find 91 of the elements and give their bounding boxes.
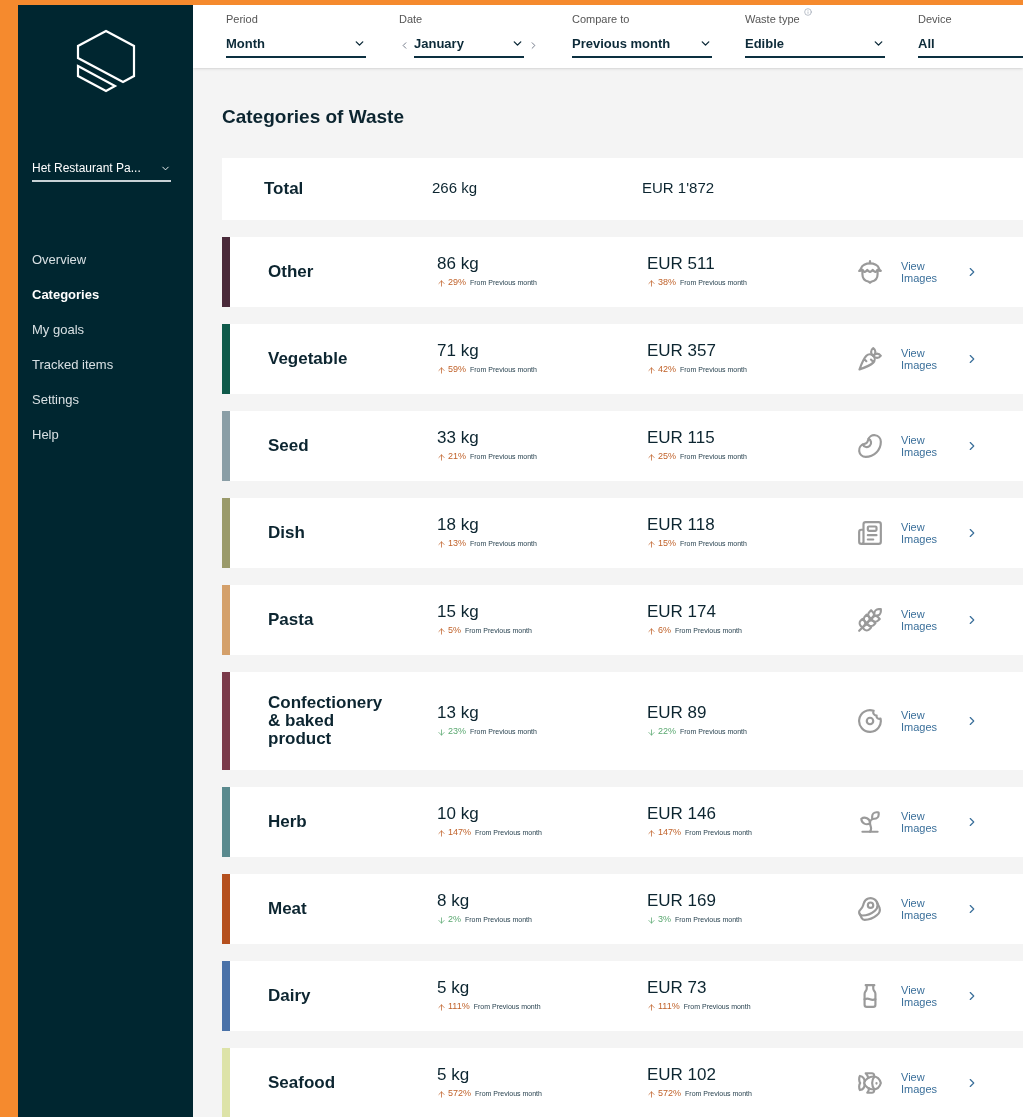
restaurant-select[interactable]: Het Restaurant Pa...: [32, 159, 171, 182]
change-percent: 3%: [658, 913, 671, 927]
nav-link[interactable]: Tracked items: [32, 355, 114, 374]
total-cost: EUR 1'872: [642, 178, 715, 199]
change-percent: 15%: [658, 537, 676, 551]
change-percent: 147%: [658, 826, 682, 840]
category-name: Seafood: [268, 1073, 336, 1092]
nav-link[interactable]: Help: [32, 425, 114, 444]
category-name: Dish: [268, 523, 305, 542]
category-name: Other: [268, 262, 314, 281]
view-images-link[interactable]: View Images: [901, 809, 945, 834]
category-cost: EUR 89: [647, 702, 708, 724]
change-percent: 42%: [658, 363, 676, 377]
category-name: Confectionery & baked product: [268, 693, 384, 748]
category-cost: EUR 146: [647, 803, 717, 825]
category-cost: EUR 118: [647, 514, 716, 536]
total-weight: 266 kg: [432, 178, 479, 199]
filter-select[interactable]: Edible: [745, 34, 885, 58]
category-cost: EUR 511: [647, 253, 716, 275]
change-percent: 6%: [658, 624, 671, 638]
filter-label: Compare to: [572, 14, 630, 25]
category-name: Meat: [268, 899, 307, 918]
sprout-icon: [857, 808, 883, 835]
view-images-link[interactable]: View Images: [901, 259, 945, 284]
view-images-link[interactable]: View Images: [901, 433, 945, 458]
nav-link[interactable]: My goals: [32, 320, 114, 339]
category-weight: 8 kg: [437, 890, 471, 912]
category-cost: EUR 169: [647, 890, 717, 912]
change-percent: 572%: [658, 1087, 682, 1101]
category-weight: 33 kg: [437, 427, 480, 449]
category-weight: 86 kg: [437, 253, 480, 275]
total-label: Total: [263, 177, 305, 200]
nav-link[interactable]: Categories: [32, 285, 114, 304]
change-percent: 25%: [658, 450, 676, 464]
category-weight: 15 kg: [437, 601, 480, 623]
filter-select[interactable]: January: [414, 34, 524, 58]
category-cost: EUR 357: [647, 340, 717, 362]
change-percent: 38%: [658, 276, 676, 290]
change-percent: 2%: [448, 913, 461, 927]
newspaper-icon: [857, 519, 883, 546]
change-percent: 13%: [448, 537, 466, 551]
category-name: Seed: [268, 436, 309, 455]
change-percent: 111%: [448, 1000, 470, 1014]
fish-icon: [857, 1069, 883, 1096]
change-percent: 147%: [448, 826, 472, 840]
steak-icon: [857, 895, 883, 922]
carrot-icon: [857, 345, 883, 372]
change-percent: 572%: [448, 1087, 472, 1101]
category-weight: 13 kg: [437, 702, 480, 724]
category-weight: 5 kg: [437, 977, 471, 999]
change-percent: 59%: [448, 363, 466, 377]
view-images-link[interactable]: View Images: [901, 983, 945, 1008]
category-cost: EUR 115: [647, 427, 716, 449]
donut-icon: [857, 707, 883, 734]
change-percent: 23%: [448, 725, 466, 739]
category-weight: 71 kg: [437, 340, 480, 362]
change-percent: 5%: [448, 624, 461, 638]
category-name: Herb: [268, 812, 307, 831]
view-images-link[interactable]: View Images: [901, 1070, 945, 1095]
filter-label: Waste type: [745, 14, 800, 25]
filter-label: Device: [918, 14, 952, 25]
change-percent: 29%: [448, 276, 466, 290]
view-images-link[interactable]: View Images: [901, 346, 945, 371]
view-images-link[interactable]: View Images: [901, 896, 945, 921]
filter-label: Date: [399, 14, 423, 25]
wheat-icon: [857, 606, 883, 633]
category-name: Vegetable: [268, 349, 348, 368]
nav-link[interactable]: Overview: [32, 250, 114, 269]
change-percent: 111%: [658, 1000, 680, 1014]
category-name: Dairy: [268, 986, 311, 1005]
view-images-link[interactable]: View Images: [901, 607, 945, 632]
page-title: Categories of Waste: [222, 105, 405, 129]
view-images-link[interactable]: View Images: [901, 520, 945, 545]
category-cost: EUR 73: [647, 977, 708, 999]
filter-select[interactable]: Month: [226, 34, 366, 58]
filter-select[interactable]: All: [918, 34, 1023, 58]
view-images-link[interactable]: View Images: [901, 708, 945, 733]
filter-select[interactable]: Previous month: [572, 34, 712, 58]
bean-icon: [857, 432, 883, 459]
category-weight: 10 kg: [437, 803, 480, 825]
nut-icon: [857, 258, 883, 285]
info-icon: [803, 8, 812, 16]
category-cost: EUR 102: [647, 1064, 717, 1086]
category-name: Pasta: [268, 610, 314, 629]
nav-link[interactable]: Settings: [32, 390, 114, 409]
filter-label: Period: [226, 14, 258, 25]
change-percent: 21%: [448, 450, 466, 464]
category-weight: 18 kg: [437, 514, 480, 536]
change-percent: 22%: [658, 725, 676, 739]
category-cost: EUR 174: [647, 601, 717, 623]
category-weight: 5 kg: [437, 1064, 471, 1086]
